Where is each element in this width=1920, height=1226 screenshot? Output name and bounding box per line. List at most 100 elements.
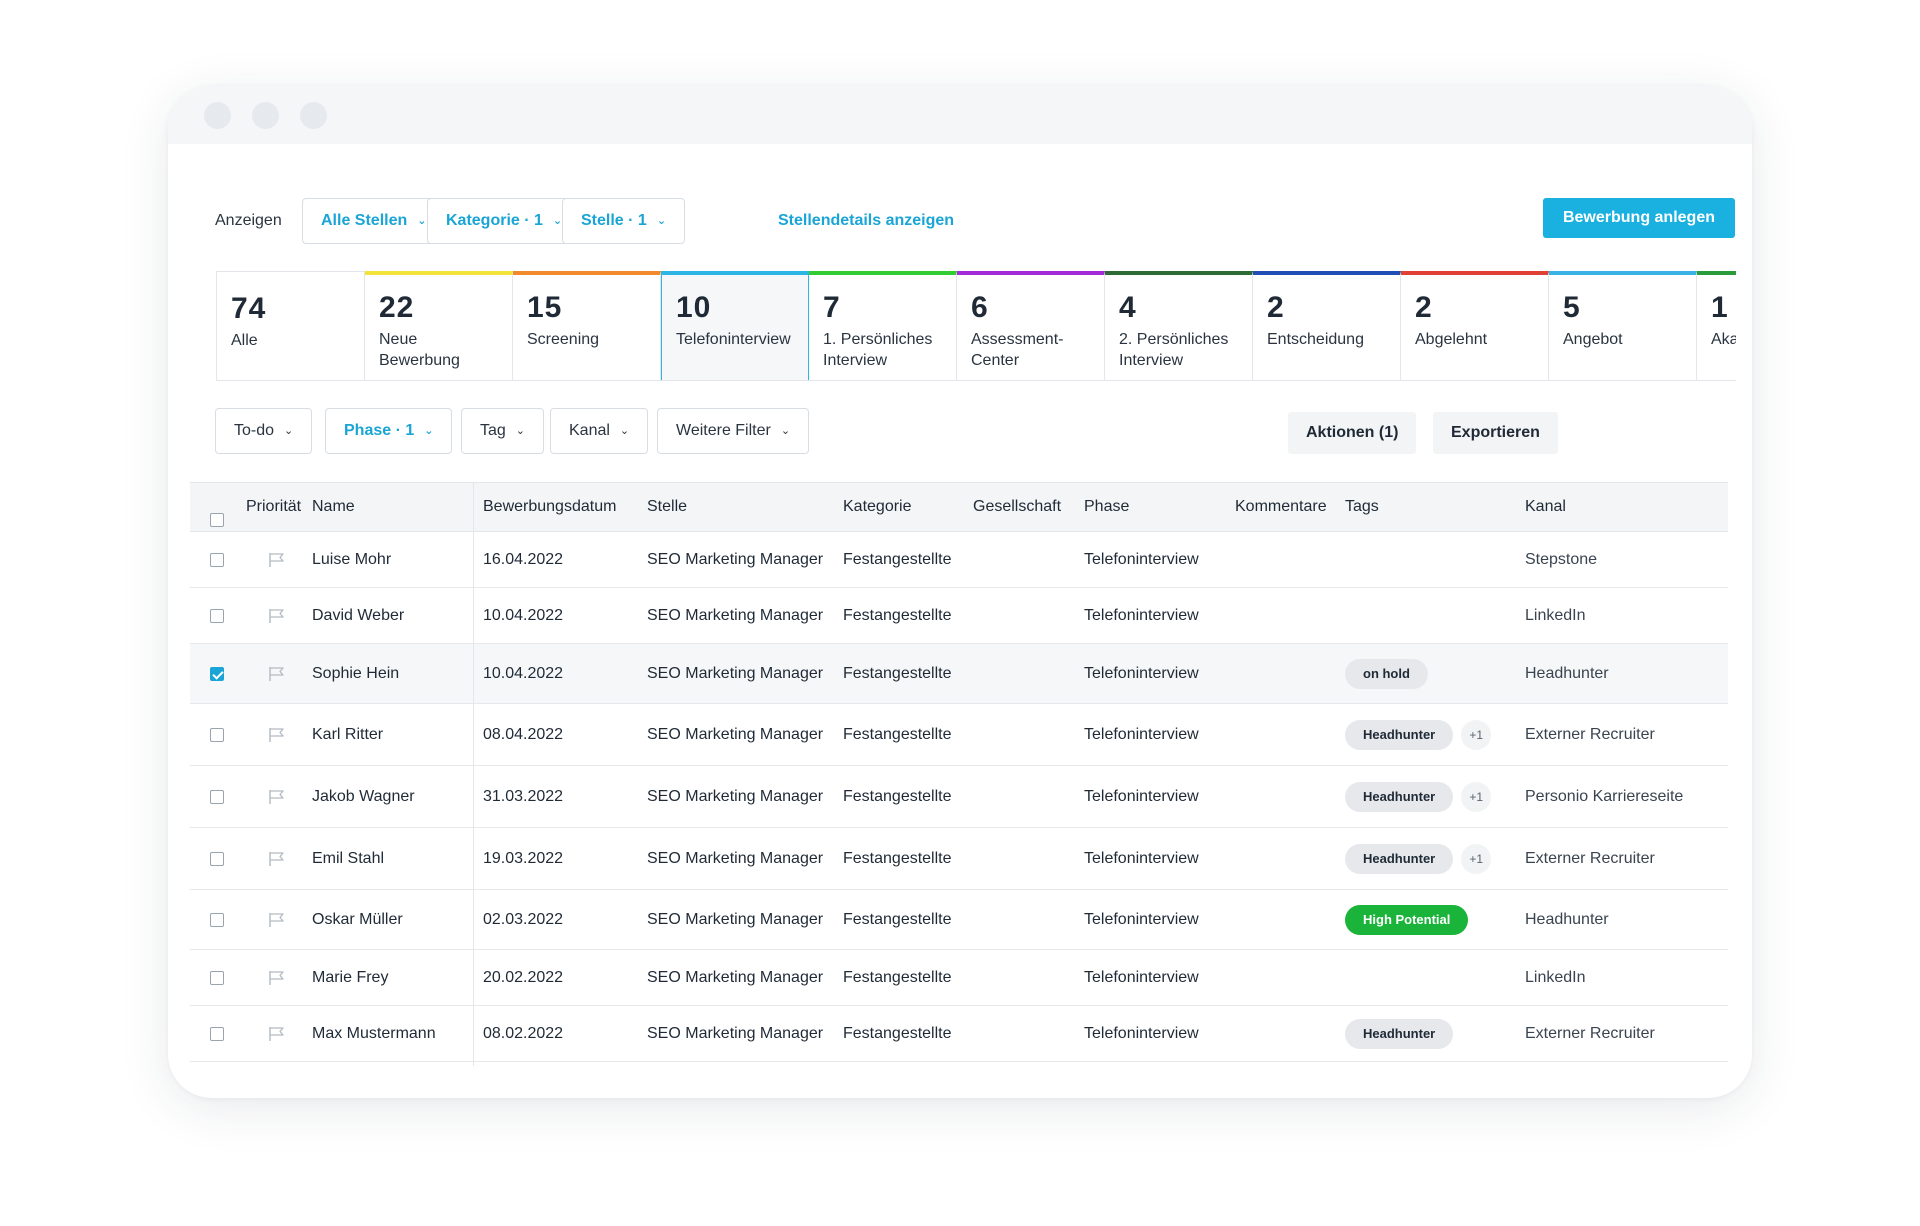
table-row[interactable]: Marie Frey 20.02.2022 SEO Marketing Manage…: [190, 950, 1728, 1006]
stage-count: 10: [676, 291, 712, 324]
stage-label: Assessment-Center: [971, 331, 1064, 369]
more-tags-badge[interactable]: +1: [1461, 719, 1492, 750]
create-application-button[interactable]: Bewerbung anlegen: [1542, 198, 1735, 238]
priority-flag-icon[interactable]: [268, 970, 286, 986]
application-date: 10.04.2022: [483, 606, 564, 624]
stage-label: Screening: [527, 331, 600, 348]
channel-name: LinkedIn: [1525, 968, 1586, 986]
stage-label: Alle: [231, 332, 258, 349]
stage-tile[interactable]: 6 Assessment-Center: [957, 271, 1105, 380]
window-control-dot[interactable]: [252, 102, 279, 129]
stage-tile[interactable]: 1 Aka: [1697, 271, 1736, 380]
more-tags-badge[interactable]: +1: [1461, 781, 1492, 812]
applicant-name[interactable]: Marie Frey: [312, 950, 388, 1005]
phase-name: Telefoninterview: [1084, 1024, 1199, 1042]
header-phase[interactable]: Phase: [1084, 483, 1129, 531]
tag-badge[interactable]: Headhunter: [1345, 719, 1454, 750]
stage-tile[interactable]: 10 Telefoninterview: [661, 271, 809, 380]
category-name: Festangestellte: [843, 968, 952, 986]
actions-button[interactable]: Aktionen (1): [1288, 412, 1417, 454]
window-control-dot[interactable]: [300, 102, 327, 129]
position-dropdown[interactable]: Stelle · 1 ⌄: [562, 198, 686, 244]
phase-name: Telefoninterview: [1084, 849, 1199, 867]
show-job-details-link[interactable]: Stellendetails anzeigen: [778, 198, 954, 244]
stage-tile[interactable]: 4 2. Persönliches Interview: [1105, 271, 1253, 380]
row-checkbox[interactable]: [210, 727, 224, 742]
phase-name: Telefoninterview: [1084, 550, 1199, 568]
priority-flag-icon[interactable]: [268, 851, 286, 867]
priority-flag-icon[interactable]: [268, 789, 286, 805]
table-row[interactable]: Emil Stahl 19.03.2022 SEO Marketing Manage…: [190, 828, 1728, 890]
applicant-name[interactable]: Jakob Wagner: [312, 766, 415, 827]
todo-filter[interactable]: To-do ⌄: [215, 408, 313, 454]
table-row[interactable]: Luise Mohr 16.04.2022 SEO Marketing Manage…: [190, 532, 1728, 588]
table-row[interactable]: Max Mustermann 08.02.2022 SEO Marketing Ma…: [190, 1006, 1728, 1062]
applicant-name[interactable]: Max Mustermann: [312, 1006, 436, 1061]
tag-badge[interactable]: Headhunter: [1345, 781, 1454, 812]
row-checkbox[interactable]: [210, 851, 224, 866]
more-filters-dropdown[interactable]: Weitere Filter ⌄: [657, 408, 810, 454]
header-company[interactable]: Gesellschaft: [973, 483, 1061, 531]
applicant-name[interactable]: Luise Mohr: [312, 532, 391, 587]
priority-flag-icon[interactable]: [268, 608, 286, 624]
table-row[interactable]: Jakob Wagner 31.03.2022 SEO Marketing Mana…: [190, 766, 1728, 828]
phase-name: Telefoninterview: [1084, 910, 1199, 928]
row-checkbox[interactable]: [210, 552, 224, 567]
channel-filter[interactable]: Kanal ⌄: [550, 408, 649, 454]
row-checkbox[interactable]: [210, 666, 224, 681]
tag-filter[interactable]: Tag ⌄: [461, 408, 545, 454]
position-name: SEO Marketing Manager: [647, 787, 824, 805]
row-checkbox[interactable]: [210, 970, 224, 985]
tag-badge[interactable]: High Potential: [1345, 904, 1469, 935]
header-comments[interactable]: Kommentare: [1235, 483, 1327, 531]
header-position[interactable]: Stelle: [647, 483, 687, 531]
applicant-name[interactable]: David Weber: [312, 588, 404, 643]
stage-count: 2: [1415, 291, 1433, 324]
priority-flag-icon[interactable]: [268, 912, 286, 928]
header-category[interactable]: Kategorie: [843, 483, 912, 531]
header-name[interactable]: Name: [312, 483, 355, 531]
row-checkbox[interactable]: [210, 1026, 224, 1041]
stage-tile[interactable]: 5 Angebot: [1549, 271, 1697, 380]
tag-badge[interactable]: Headhunter: [1345, 843, 1454, 874]
table-row[interactable]: Oskar Müller 02.03.2022 SEO Marketing Mana…: [190, 890, 1728, 950]
stage-tile[interactable]: 2 Entscheidung: [1253, 271, 1401, 380]
application-date: 19.03.2022: [483, 849, 564, 867]
priority-cell: [268, 588, 286, 643]
priority-flag-icon[interactable]: [268, 552, 286, 568]
stage-tile[interactable]: 2 Abgelehnt: [1401, 271, 1549, 380]
header-tags[interactable]: Tags: [1345, 483, 1379, 531]
applicant-name[interactable]: Karl Ritter: [312, 704, 383, 765]
category-dropdown[interactable]: Kategorie · 1 ⌄: [427, 198, 582, 244]
header-channel[interactable]: Kanal: [1525, 483, 1566, 531]
all-positions-dropdown[interactable]: Alle Stellen ⌄: [302, 198, 446, 244]
tag-badge[interactable]: on hold: [1345, 658, 1428, 689]
export-button[interactable]: Exportieren: [1433, 412, 1558, 454]
row-checkbox[interactable]: [210, 789, 224, 804]
table-row[interactable]: Sophie Hein 10.04.2022 SEO Marketing Manag…: [190, 644, 1728, 704]
row-checkbox[interactable]: [210, 608, 224, 623]
stage-tile[interactable]: 74 Alle: [217, 271, 365, 380]
applicant-name[interactable]: Sophie Hein: [312, 644, 399, 703]
priority-flag-icon[interactable]: [268, 1026, 286, 1042]
stage-label: Entscheidung: [1267, 331, 1364, 348]
window-control-dot[interactable]: [204, 102, 231, 129]
phase-filter[interactable]: Phase · 1 ⌄: [325, 408, 453, 454]
row-checkbox[interactable]: [210, 912, 224, 927]
header-priority[interactable]: Priorität: [246, 483, 301, 531]
table-row[interactable]: Karl Ritter 08.04.2022 SEO Marketing Manag…: [190, 704, 1728, 766]
more-tags-badge[interactable]: +1: [1461, 843, 1492, 874]
channel-name: Personio Karriereseite: [1525, 787, 1684, 805]
priority-flag-icon[interactable]: [268, 666, 286, 682]
applicant-name[interactable]: Oskar Müller: [312, 890, 403, 949]
priority-flag-icon[interactable]: [268, 727, 286, 743]
stage-count: 22: [379, 291, 415, 324]
header-date[interactable]: Bewerbungsdatum: [483, 483, 616, 531]
table-row[interactable]: David Weber 10.04.2022 SEO Marketing Manag…: [190, 588, 1728, 644]
tag-badge[interactable]: Headhunter: [1345, 1018, 1454, 1049]
stage-tile[interactable]: 22 Neue Bewerbung: [365, 271, 513, 380]
row-checkbox-cell: [210, 1006, 224, 1061]
stage-tile[interactable]: 15 Screening: [513, 271, 661, 380]
applicant-name[interactable]: Emil Stahl: [312, 828, 384, 889]
stage-tile[interactable]: 7 1. Persönliches Interview: [809, 271, 957, 380]
